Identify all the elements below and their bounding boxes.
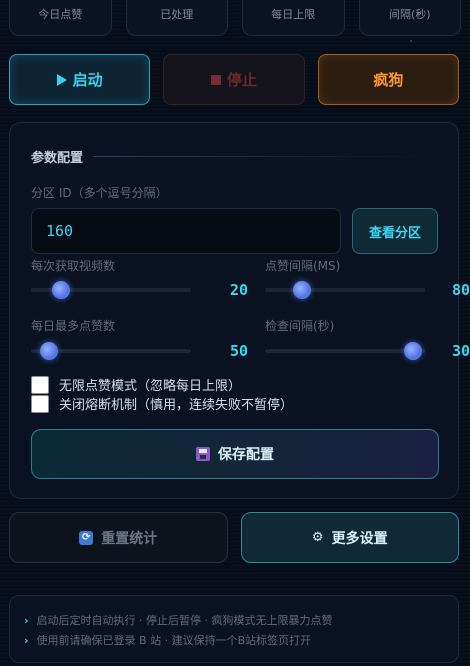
videos-per-fetch-label: 每次获取视频数 <box>31 259 116 273</box>
bottom-actions: ⟳ 重置统计 ⚙ 更多设置 <box>9 512 459 563</box>
disable-fuse-checkbox[interactable] <box>31 394 49 413</box>
config-panel: 参数配置 分区 ID（多个逗号分隔） 160 查看分区 每次获取视频数 20 点… <box>9 122 470 499</box>
daily-max-value: 50 <box>229 342 248 360</box>
tip-item: › 启动后定时自动执行 · 停止后暂停 · 疯狗模式无上限暴力点赞 <box>24 611 458 631</box>
stop-button[interactable]: 停止 <box>163 54 305 105</box>
slider-handle[interactable] <box>40 342 58 360</box>
check-interval-value: 30 <box>451 342 470 360</box>
tips-box: › 启动后定时自动执行 · 停止后暂停 · 疯狗模式无上限暴力点赞 › 使用前请… <box>9 595 459 663</box>
like-interval-value: 80 <box>451 281 470 299</box>
reset-stats-button[interactable]: ⟳ 重置统计 <box>9 512 228 563</box>
videos-per-fetch-slider[interactable] <box>31 281 191 299</box>
check-interval-slider[interactable] <box>265 342 425 360</box>
more-settings-button[interactable]: ⚙ 更多设置 <box>240 512 459 563</box>
floppy-disk-icon <box>196 447 210 461</box>
check-interval-label: 检查间隔(秒) <box>265 319 335 333</box>
slider-handle[interactable] <box>404 342 422 360</box>
zone-id-label: 分区 ID（多个逗号分隔） <box>31 186 168 200</box>
unlimited-mode-row[interactable]: 无限点赞模式（忽略每日上限） <box>31 375 241 394</box>
daily-max-slider[interactable] <box>31 342 191 360</box>
stat-today-likes: 今日点赞 <box>9 0 112 36</box>
save-config-button[interactable]: 保存配置 <box>31 429 439 479</box>
videos-per-fetch-value: 20 <box>229 281 248 299</box>
chevron-right-icon: › <box>24 614 29 627</box>
unlimited-mode-checkbox[interactable] <box>31 375 49 394</box>
start-button[interactable]: 启动 <box>9 54 151 105</box>
slider-handle[interactable] <box>52 281 70 299</box>
stop-icon <box>210 74 221 85</box>
stat-interval: 间隔(秒) <box>358 0 461 36</box>
chevron-right-icon: › <box>24 634 29 647</box>
view-zones-button[interactable]: 查看分区 <box>352 208 438 254</box>
crazy-mode-button[interactable]: 疯狗 <box>317 54 459 105</box>
title-divider <box>93 156 431 157</box>
slider-track <box>265 288 425 292</box>
tip-item: › 使用前请确保已登录 B 站 · 建议保持一个B站标签页打开 <box>24 631 458 651</box>
slider-handle[interactable] <box>293 281 311 299</box>
like-interval-label: 点赞间隔(MS) <box>265 259 341 273</box>
play-icon <box>56 73 67 86</box>
stats-row: 今日点赞 已处理 每日上限 间隔(秒) <box>9 0 461 36</box>
decor-dot <box>410 40 412 42</box>
action-bar: 启动 停止 疯狗 <box>9 54 459 105</box>
stat-daily-limit: 每日上限 <box>242 0 345 36</box>
refresh-icon: ⟳ <box>79 530 94 545</box>
stat-processed: 已处理 <box>125 0 228 36</box>
zone-id-input[interactable]: 160 <box>31 208 341 254</box>
disable-fuse-row[interactable]: 关闭熔断机制（慎用，连续失败不暂停） <box>31 394 293 413</box>
panel-title: 参数配置 <box>31 147 431 166</box>
daily-max-label: 每日最多点赞数 <box>31 319 116 333</box>
like-interval-slider[interactable] <box>265 281 425 299</box>
gear-icon: ⚙ <box>311 530 324 545</box>
slider-track <box>265 349 425 353</box>
